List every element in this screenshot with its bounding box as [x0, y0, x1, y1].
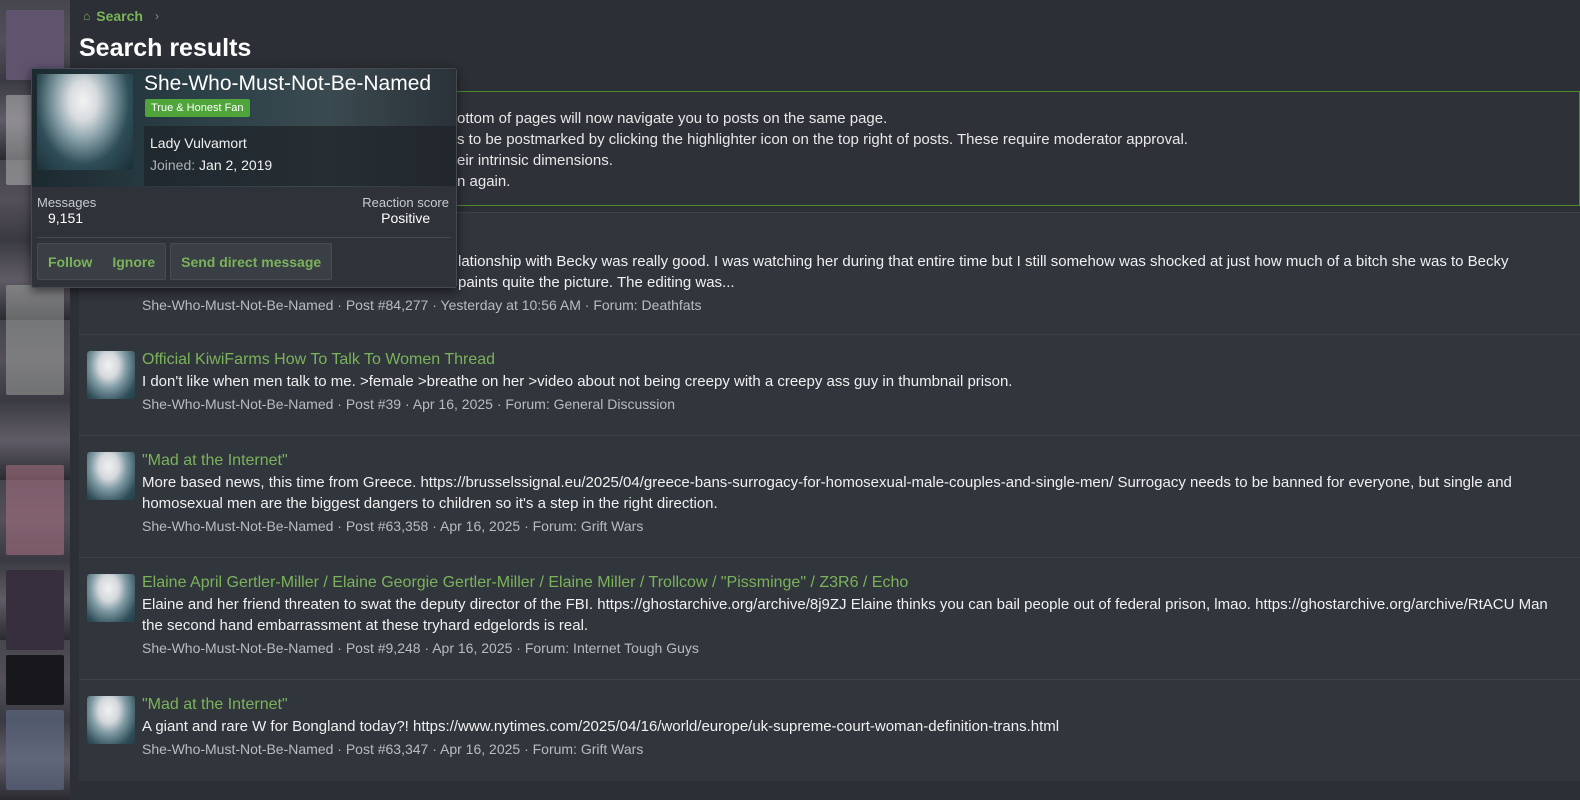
result-snippet: Elaine and her friend threaten to swat t… [142, 596, 1548, 634]
messages-stat: Messages 9,151 [37, 195, 96, 226]
search-result[interactable]: "Mad at the Internet" More based news, t… [79, 435, 1580, 557]
result-snippet: A giant and rare W for Bongland today?! … [142, 718, 1060, 735]
reaction-stat: Reaction score Positive [362, 195, 449, 226]
reaction-value: Positive [381, 210, 431, 226]
result-snippet: I don't like when men talk to me. >femal… [142, 373, 1013, 390]
user-banner-badge: True & Honest Fan [145, 99, 250, 117]
tooltip-actions: Follow Ignore Send direct message [37, 243, 333, 280]
bg-tile [6, 465, 64, 555]
username-link[interactable]: She-Who-Must-Not-Be-Named [144, 72, 431, 96]
result-meta: She-Who-Must-Not-Be-Named · Post #9,248 … [142, 640, 699, 656]
member-tooltip-card: She-Who-Must-Not-Be-Named True & Honest … [31, 68, 457, 288]
messages-value[interactable]: 9,151 [48, 210, 96, 226]
result-title-link[interactable]: "Mad at the Internet" [142, 450, 1564, 472]
joined-value: Jan 2, 2019 [199, 157, 273, 173]
follow-button[interactable]: Follow [38, 254, 102, 270]
joined-row: Joined: Jan 2, 2019 [150, 154, 450, 176]
chevron-right-icon: › [154, 9, 159, 23]
send-direct-message-button[interactable]: Send direct message [171, 254, 331, 270]
breadcrumb-search-link[interactable]: Search [96, 8, 143, 24]
result-meta: She-Who-Must-Not-Be-Named · Post #39 · A… [142, 396, 675, 412]
user-stats: Messages 9,151 Reaction score Positive [32, 193, 456, 237]
result-title-link[interactable]: Elaine April Gertler-Miller / Elaine Geo… [142, 572, 1564, 594]
breadcrumb: ⌂ Search › [83, 8, 159, 24]
custom-title: Lady Vulvamort [150, 135, 247, 151]
result-title-link[interactable]: "Mad at the Internet" [142, 694, 1564, 716]
user-info-box: Lady Vulvamort Joined: Jan 2, 2019 [144, 126, 456, 186]
dm-group: Send direct message [170, 243, 333, 280]
avatar[interactable] [87, 351, 135, 399]
result-meta: She-Who-Must-Not-Be-Named · Post #63,358… [142, 518, 644, 534]
result-meta: She-Who-Must-Not-Be-Named · Post #63,347… [142, 741, 644, 757]
result-meta: She-Who-Must-Not-Be-Named · Post #84,277… [142, 297, 702, 313]
joined-label: Joined: [150, 157, 196, 173]
divider [37, 237, 451, 238]
reaction-label: Reaction score [362, 195, 449, 210]
result-snippet: More based news, this time from Greece. … [142, 474, 1512, 512]
ignore-button[interactable]: Ignore [102, 254, 165, 270]
notice-line: ottom of pages will now navigate you to … [457, 110, 888, 127]
avatar[interactable] [87, 574, 135, 622]
follow-ignore-group: Follow Ignore [37, 243, 167, 280]
search-result[interactable]: "Mad at the Internet" A giant and rare W… [79, 679, 1580, 781]
messages-label: Messages [37, 195, 97, 210]
search-results-list: lationship with Becky was really good. I… [79, 212, 1580, 781]
search-result[interactable]: Elaine April Gertler-Miller / Elaine Geo… [79, 557, 1580, 679]
avatar[interactable] [37, 74, 133, 170]
bg-tile [6, 570, 64, 650]
bg-tile [6, 710, 64, 790]
page-title: Search results [79, 34, 252, 62]
avatar[interactable] [87, 452, 135, 500]
notice-line: n again. [457, 173, 511, 190]
result-title-link[interactable]: Official KiwiFarms How To Talk To Women … [142, 349, 1564, 371]
notice-line: s to be postmarked by clicking the highl… [457, 131, 1188, 148]
bg-tile [6, 655, 64, 705]
home-icon[interactable]: ⌂ [83, 9, 90, 23]
notice-line: eir intrinsic dimensions. [457, 152, 613, 169]
bg-tile [6, 285, 64, 395]
avatar[interactable] [87, 696, 135, 744]
search-result[interactable]: Official KiwiFarms How To Talk To Women … [79, 334, 1580, 435]
